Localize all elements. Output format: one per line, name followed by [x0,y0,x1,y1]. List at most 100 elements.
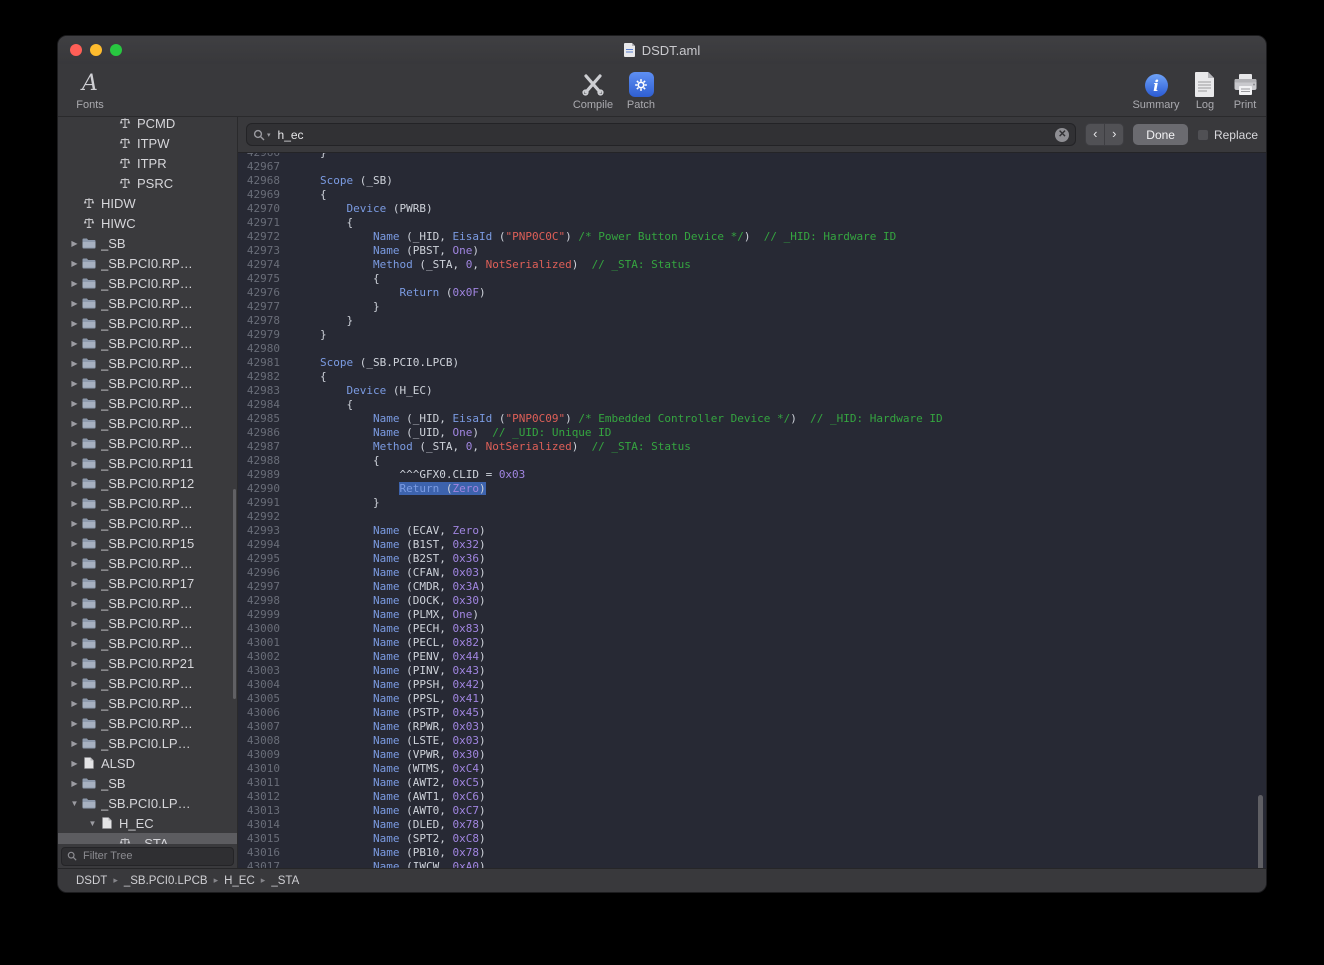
breadcrumb-item[interactable]: _STA [271,875,299,887]
code-line[interactable]: 43002 Name (PENV, 0x44) [238,650,1266,664]
code-line[interactable]: 43007 Name (RPWR, 0x03) [238,720,1266,734]
code-line[interactable]: 42974 Method (_STA, 0, NotSerialized) //… [238,258,1266,272]
sidebar-item-_sb-pci0-rp17[interactable]: ▶_SB.PCI0.RP17 [58,573,237,593]
sidebar-item-psrc[interactable]: PSRC [58,173,237,193]
sidebar-item-h_ec[interactable]: ▼H_EC [58,813,237,833]
disclosure-closed-icon[interactable]: ▶ [68,699,81,708]
sidebar-item-_sb-pci0-rp[interactable]: ▶_SB.PCI0.RP… [58,713,237,733]
sidebar-item-_sb-pci0-rp[interactable]: ▶_SB.PCI0.RP… [58,273,237,293]
code-line[interactable]: 43006 Name (PSTP, 0x45) [238,706,1266,720]
breadcrumb-item[interactable]: H_EC [224,875,255,887]
disclosure-closed-icon[interactable]: ▶ [68,259,81,268]
disclosure-closed-icon[interactable]: ▶ [68,319,81,328]
sidebar-scrollbar[interactable] [233,489,236,699]
code-line[interactable]: 42986 Name (_UID, One) // _UID: Unique I… [238,426,1266,440]
disclosure-closed-icon[interactable]: ▶ [68,419,81,428]
code-line[interactable]: 43009 Name (VPWR, 0x30) [238,748,1266,762]
sidebar-item-_sb[interactable]: ▶_SB [58,233,237,253]
disclosure-closed-icon[interactable]: ▶ [68,239,81,248]
code-line[interactable]: 43008 Name (LSTE, 0x03) [238,734,1266,748]
code-line[interactable]: 43015 Name (SPT2, 0xC8) [238,832,1266,846]
breadcrumb-item[interactable]: _SB.PCI0.LPCB [124,875,208,887]
code-line[interactable]: 42975 { [238,272,1266,286]
sidebar-item-_sb-pci0-rp[interactable]: ▶_SB.PCI0.RP… [58,433,237,453]
sidebar-item-_sb-pci0-rp[interactable]: ▶_SB.PCI0.RP… [58,353,237,373]
code-line[interactable]: 42966} [238,153,1266,160]
code-line[interactable]: 42982{ [238,370,1266,384]
disclosure-closed-icon[interactable]: ▶ [68,379,81,388]
code-line[interactable]: 42987 Method (_STA, 0, NotSerialized) //… [238,440,1266,454]
sidebar-item-_sb-pci0-rp[interactable]: ▶_SB.PCI0.RP… [58,553,237,573]
disclosure-closed-icon[interactable]: ▶ [68,639,81,648]
clear-icon[interactable]: ✕ [1055,128,1069,142]
code-line[interactable]: 43013 Name (AWT0, 0xC7) [238,804,1266,818]
code-line[interactable]: 42991 } [238,496,1266,510]
sidebar-item-_sb-pci0-rp12[interactable]: ▶_SB.PCI0.RP12 [58,473,237,493]
sidebar-item-hidw[interactable]: HIDW [58,193,237,213]
zoom-button[interactable] [110,44,122,56]
sidebar-item-_sb-pci0-rp[interactable]: ▶_SB.PCI0.RP… [58,393,237,413]
code-line[interactable]: 42992 [238,510,1266,524]
disclosure-closed-icon[interactable]: ▶ [68,759,81,768]
sidebar-item-_sb-pci0-lp[interactable]: ▼_SB.PCI0.LP… [58,793,237,813]
code-line[interactable]: 43010 Name (WTMS, 0xC4) [238,762,1266,776]
sidebar-item-_sb-pci0-rp[interactable]: ▶_SB.PCI0.RP… [58,513,237,533]
fonts-button[interactable]: A Fonts [64,67,116,111]
disclosure-closed-icon[interactable]: ▶ [68,479,81,488]
code-line[interactable]: 42979} [238,328,1266,342]
sidebar-item-alsd[interactable]: ▶ALSD [58,753,237,773]
disclosure-closed-icon[interactable]: ▶ [68,499,81,508]
sidebar-item-pcmd[interactable]: PCMD [58,117,237,133]
disclosure-closed-icon[interactable]: ▶ [68,519,81,528]
disclosure-closed-icon[interactable]: ▶ [68,539,81,548]
disclosure-closed-icon[interactable]: ▶ [68,459,81,468]
filter-tree-input[interactable] [81,849,228,863]
sidebar-item-_sb-pci0-rp15[interactable]: ▶_SB.PCI0.RP15 [58,533,237,553]
code-line[interactable]: 42997 Name (CMDR, 0x3A) [238,580,1266,594]
code-line[interactable]: 43011 Name (AWT2, 0xC5) [238,776,1266,790]
code-line[interactable]: 42998 Name (DOCK, 0x30) [238,594,1266,608]
chevron-down-icon[interactable]: ▾ [267,131,271,139]
disclosure-closed-icon[interactable]: ▶ [68,739,81,748]
disclosure-open-icon[interactable]: ▼ [86,819,99,828]
sidebar-item-itpw[interactable]: ITPW [58,133,237,153]
code-line[interactable]: 43003 Name (PINV, 0x43) [238,664,1266,678]
disclosure-closed-icon[interactable]: ▶ [68,299,81,308]
search-field[interactable]: ▾ ✕ [246,123,1076,146]
code-line[interactable]: 42972 Name (_HID, EisaId ("PNP0C0C") /* … [238,230,1266,244]
filter-field[interactable] [61,847,234,866]
disclosure-closed-icon[interactable]: ▶ [68,719,81,728]
code-line[interactable]: 43017 Name (IWCW, 0xA0) [238,860,1266,868]
sidebar-item-_sta[interactable]: _STA [58,833,237,844]
title-bar[interactable]: DSDT.aml [58,36,1266,64]
sidebar-item-_sb-pci0-rp[interactable]: ▶_SB.PCI0.RP… [58,493,237,513]
code-line[interactable]: 42969{ [238,188,1266,202]
disclosure-closed-icon[interactable]: ▶ [68,619,81,628]
code-line[interactable]: 42990 Return (Zero) [238,482,1266,496]
disclosure-closed-icon[interactable]: ▶ [68,579,81,588]
disclosure-closed-icon[interactable]: ▶ [68,779,81,788]
print-button[interactable]: Print [1219,67,1267,111]
sidebar-item-_sb-pci0-rp[interactable]: ▶_SB.PCI0.RP… [58,253,237,273]
code-line[interactable]: 42989 ^^^GFX0.CLID = 0x03 [238,468,1266,482]
code-line[interactable]: 42994 Name (B1ST, 0x32) [238,538,1266,552]
code-line[interactable]: 43016 Name (PB10, 0x78) [238,846,1266,860]
sidebar-item-_sb-pci0-rp[interactable]: ▶_SB.PCI0.RP… [58,413,237,433]
disclosure-closed-icon[interactable]: ▶ [68,339,81,348]
patch-button[interactable]: Patch [615,67,667,111]
code-line[interactable]: 42984 { [238,398,1266,412]
done-button[interactable]: Done [1133,124,1188,145]
code-line[interactable]: 42999 Name (PLMX, One) [238,608,1266,622]
code-line[interactable]: 42970 Device (PWRB) [238,202,1266,216]
sidebar-item-_sb-pci0-lp[interactable]: ▶_SB.PCI0.LP… [58,733,237,753]
disclosure-closed-icon[interactable]: ▶ [68,599,81,608]
sidebar-item-_sb-pci0-rp[interactable]: ▶_SB.PCI0.RP… [58,613,237,633]
disclosure-closed-icon[interactable]: ▶ [68,399,81,408]
code-line[interactable]: 42995 Name (B2ST, 0x36) [238,552,1266,566]
code-line[interactable]: 42978 } [238,314,1266,328]
breadcrumb-item[interactable]: DSDT [76,875,107,887]
find-input[interactable] [276,127,1051,143]
code-line[interactable]: 43005 Name (PPSL, 0x41) [238,692,1266,706]
code-editor[interactable]: 42966}4296742968Scope (_SB)42969{42970 D… [238,153,1266,868]
sidebar-item-_sb-pci0-rp[interactable]: ▶_SB.PCI0.RP… [58,373,237,393]
